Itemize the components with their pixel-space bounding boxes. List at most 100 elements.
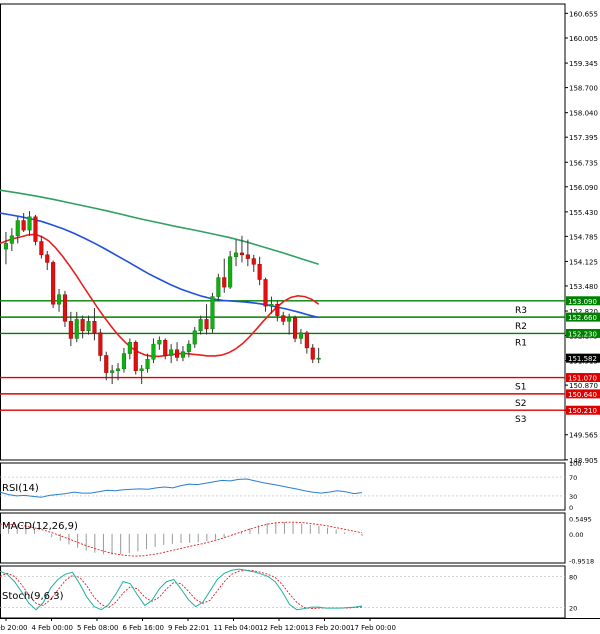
- candle-body: [45, 254, 50, 263]
- candle: [234, 239, 239, 267]
- candle: [62, 290, 68, 327]
- candle-body: [186, 343, 191, 352]
- candle: [21, 213, 26, 232]
- candle-body: [175, 349, 180, 358]
- pivot-label-r2: R2: [515, 322, 527, 332]
- price-tick-label: 155.430: [569, 209, 598, 217]
- pivot-label-r3: R3: [515, 306, 527, 316]
- candle: [3, 232, 8, 265]
- candle: [281, 311, 286, 326]
- candle: [198, 315, 203, 335]
- price-tick-label: 159.345: [569, 60, 598, 68]
- candle-body: [210, 296, 215, 330]
- candle-body: [74, 319, 79, 339]
- time-label: 6 Feb 16:00: [123, 624, 164, 632]
- candle-body: [287, 317, 292, 322]
- candle-body: [57, 294, 62, 305]
- candle-body: [127, 341, 132, 354]
- candle-body: [39, 241, 44, 256]
- time-label: 13 Feb 20:00: [305, 624, 351, 632]
- candle: [204, 304, 209, 335]
- candle: [57, 289, 62, 312]
- rsi-tick-label: 70: [569, 474, 577, 482]
- current-price-label: 151.582: [568, 355, 597, 363]
- candle-body: [121, 353, 127, 370]
- time-label: 4 Feb 00:00: [32, 624, 73, 632]
- candle-body: [163, 340, 168, 356]
- rsi-tick-label: 0: [569, 504, 573, 512]
- candle-body: [281, 315, 286, 322]
- macd-panel: [0, 512, 566, 564]
- candle: [133, 340, 138, 375]
- pivot-label-s1: S1: [515, 383, 526, 393]
- stoch-title: Stoch(9,6,3): [2, 591, 64, 602]
- candle: [310, 344, 315, 364]
- candle: [139, 365, 144, 384]
- candle-body: [80, 319, 85, 332]
- macd-tick-label: -0.9518: [569, 557, 594, 565]
- price-tick-label: 149.565: [569, 432, 598, 440]
- candle-body: [133, 341, 138, 371]
- candle: [51, 260, 56, 308]
- candle-body: [157, 340, 162, 345]
- candle: [210, 292, 215, 333]
- price-tick-label: 160.655: [569, 10, 598, 18]
- rsi-title: RSI(14): [2, 483, 39, 494]
- candle-body: [15, 220, 20, 237]
- time-label: 9 Feb 22:01: [168, 624, 209, 632]
- candle: [293, 315, 298, 343]
- candle-body: [304, 332, 309, 349]
- candle-body: [51, 262, 56, 305]
- price-tick-label: 157.395: [569, 134, 598, 142]
- candle-body: [92, 321, 97, 333]
- candle-body: [62, 294, 68, 322]
- candle-body: [316, 357, 321, 360]
- candle-body: [27, 216, 32, 231]
- candle-body: [298, 332, 303, 339]
- candle-body: [104, 355, 109, 373]
- price-tick-label: 154.125: [569, 258, 598, 266]
- candle-body: [204, 319, 209, 330]
- stoch-k-line: [0, 568, 363, 611]
- candle-body: [222, 277, 227, 288]
- candle: [192, 327, 197, 348]
- time-label: 3 Feb 20:00: [0, 624, 27, 632]
- candle-body: [198, 319, 203, 332]
- candle: [169, 344, 174, 364]
- candle: [15, 216, 20, 244]
- candle-body: [275, 303, 280, 316]
- candle: [304, 330, 309, 354]
- candle: [263, 277, 268, 312]
- pivot-value-label: 152.230: [568, 330, 597, 338]
- candle: [228, 251, 233, 289]
- candle: [74, 311, 79, 343]
- time-label: 5 Feb 08:00: [77, 624, 118, 632]
- price-tick-label: 156.735: [569, 159, 598, 167]
- candle-body: [251, 258, 256, 265]
- candle-body: [110, 370, 115, 373]
- candle: [151, 338, 156, 364]
- moving-average-line-1: [0, 212, 319, 319]
- time-label: 12 Feb 12:00: [259, 624, 305, 632]
- pivot-value-label: 151.070: [568, 375, 597, 383]
- candle: [80, 315, 85, 339]
- macd-tick-label: 0.5495: [569, 516, 592, 524]
- candle: [98, 328, 103, 362]
- pivot-value-label: 153.090: [568, 298, 597, 306]
- candle-body: [269, 303, 274, 307]
- candle: [251, 254, 256, 272]
- time-label: 11 Feb 04:00: [214, 624, 260, 632]
- price-tick-label: 156.090: [569, 184, 598, 192]
- price-tick-label: 153.480: [569, 283, 598, 291]
- candle-body: [293, 317, 298, 339]
- pivot-label-s3: S3: [515, 415, 526, 425]
- price-tick-label: 154.785: [569, 233, 598, 241]
- candle-body: [86, 321, 91, 332]
- moving-average-line-2: [0, 189, 319, 266]
- candle: [127, 338, 132, 360]
- candle-body: [98, 332, 103, 356]
- candle: [92, 308, 97, 341]
- candle: [27, 211, 32, 236]
- candle: [9, 228, 14, 251]
- macd-tick-label: 0.00: [569, 531, 583, 539]
